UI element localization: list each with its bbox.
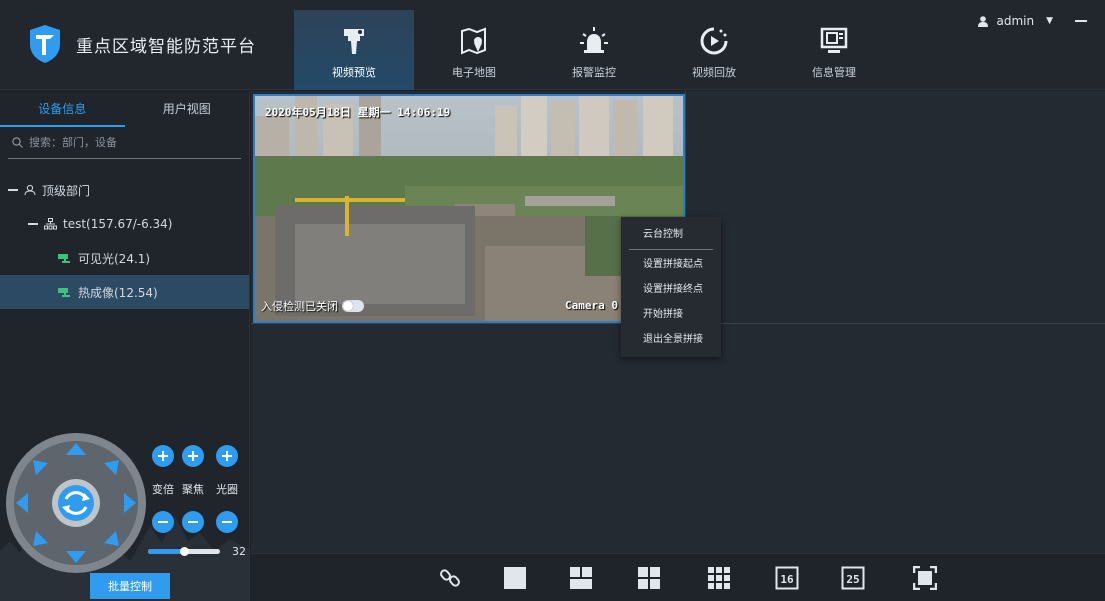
menu-start-stitch[interactable]: 开始拼接 xyxy=(621,302,721,327)
minimize-icon[interactable] xyxy=(1075,20,1087,22)
minus-icon xyxy=(222,521,232,523)
ptz-iris-column: 光圈 xyxy=(216,445,238,533)
menu-set-stitch-end[interactable]: 设置拼接终点 xyxy=(621,277,721,302)
layout-1-icon[interactable] xyxy=(503,566,527,590)
plus-icon xyxy=(188,451,198,461)
tree-node-device-visible[interactable]: 可见光(24.1) xyxy=(0,241,249,275)
camera-label: Camera 0 xyxy=(565,299,618,312)
ptz-label-focus: 聚焦 xyxy=(182,483,204,496)
search-bar xyxy=(8,127,241,159)
zoom-in-button[interactable] xyxy=(152,445,174,467)
batch-control-button[interactable]: 批量控制 xyxy=(90,573,170,599)
layout-25-label: 25 xyxy=(846,573,859,586)
camera-tower-icon xyxy=(344,29,364,54)
chevron-down-icon: ▼ xyxy=(1046,16,1053,26)
tab-user-view[interactable]: 用户视图 xyxy=(125,91,250,127)
nav-label: 信息管理 xyxy=(812,66,856,79)
plus-icon xyxy=(158,451,168,461)
tab-device-info[interactable]: 设备信息 xyxy=(0,91,125,127)
tree-label-device: 热成像(12.54) xyxy=(78,285,158,300)
toggle-knob xyxy=(343,301,353,311)
context-menu: 云台控制 设置拼接起点 设置拼接终点 开始拼接 退出全景拼接 xyxy=(621,217,721,357)
focus-in-button[interactable] xyxy=(182,445,204,467)
shield-logo-icon xyxy=(30,25,60,63)
tree-label-root: 顶级部门 xyxy=(42,183,91,198)
main-nav: 视频预览 电子地图 报警监控 视频回放 信息管理 xyxy=(294,10,894,90)
sidebar-tabs: 设备信息 用户视图 xyxy=(0,91,249,127)
nav-label: 视频预览 xyxy=(332,66,376,79)
menu-set-stitch-start[interactable]: 设置拼接起点 xyxy=(621,252,721,277)
tree-node-root[interactable]: 顶级部门 xyxy=(0,173,249,207)
layout-16-icon[interactable]: 16 xyxy=(775,566,799,590)
layout-3-icon[interactable] xyxy=(569,566,593,590)
tree-node-device-thermal[interactable]: 热成像(12.54) xyxy=(0,275,249,309)
nav-label: 视频回放 xyxy=(692,66,736,79)
nav-e-map[interactable]: 电子地图 xyxy=(414,10,534,90)
user-icon xyxy=(978,15,989,27)
iris-close-button[interactable] xyxy=(216,511,238,533)
user-menu[interactable]: admin ▼ xyxy=(978,14,1087,28)
ptz-focus-column: 聚焦 xyxy=(182,445,204,533)
department-icon xyxy=(24,184,36,196)
tree-label-device: 可见光(24.1) xyxy=(78,251,151,266)
sidebar: 设备信息 用户视图 顶级部门 xyxy=(0,91,250,601)
search-input[interactable] xyxy=(29,136,229,149)
camera-icon xyxy=(58,288,70,297)
camera-icon xyxy=(58,254,70,263)
speed-slider[interactable] xyxy=(148,547,220,556)
nav-label: 电子地图 xyxy=(452,66,496,79)
link-icon[interactable] xyxy=(439,566,463,590)
ptz-zoom-column: 变倍 xyxy=(152,445,174,533)
playback-icon xyxy=(700,27,728,55)
nav-info-management[interactable]: 信息管理 xyxy=(774,10,894,90)
brand: 重点区域智能防范平台 xyxy=(28,24,256,64)
intrusion-toggle[interactable] xyxy=(342,300,364,312)
minus-icon xyxy=(188,521,198,523)
nav-alarm-monitor[interactable]: 报警监控 xyxy=(534,10,654,90)
search-icon xyxy=(12,137,23,148)
app-title: 重点区域智能防范平台 xyxy=(76,36,256,57)
monitor-info-icon xyxy=(820,27,848,53)
ptz-label-zoom: 变倍 xyxy=(152,483,174,496)
tree-label-group: test(157.67/-6.34) xyxy=(63,217,173,231)
tree-node-group[interactable]: test(157.67/-6.34) xyxy=(0,207,249,241)
nav-label: 报警监控 xyxy=(572,66,616,79)
zoom-out-button[interactable] xyxy=(152,511,174,533)
device-tree: 顶级部门 test(157.67/-6.34) 可见光(24.1) 热成像(12… xyxy=(0,173,249,309)
menu-ptz-control[interactable]: 云台控制 xyxy=(621,222,721,247)
ptz-speed-control: 32 xyxy=(148,545,246,558)
map-pin-icon xyxy=(461,27,486,55)
focus-out-button[interactable] xyxy=(182,511,204,533)
username: admin xyxy=(996,14,1035,28)
top-header: 重点区域智能防范平台 视频预览 电子地图 报警监控 视频回放 信息管理 admi… xyxy=(0,0,1105,90)
collapse-icon[interactable] xyxy=(28,223,38,225)
nav-video-playback[interactable]: 视频回放 xyxy=(654,10,774,90)
intrusion-label: 入侵检测已关闭 xyxy=(261,300,338,313)
plus-icon xyxy=(222,451,232,461)
ptz-direction-pad[interactable] xyxy=(4,431,148,575)
layout-toolbar: 16 25 xyxy=(251,553,1105,601)
org-structure-icon xyxy=(44,218,57,230)
layout-9-icon[interactable] xyxy=(707,566,731,590)
video-timestamp: 2020年05月18日 星期一 14:06:19 xyxy=(265,106,451,119)
layout-16-label: 16 xyxy=(780,573,794,586)
minus-icon xyxy=(158,521,168,523)
menu-divider xyxy=(629,249,713,250)
speed-slider-fill xyxy=(148,549,184,554)
ptz-label-iris: 光圈 xyxy=(216,483,238,496)
speed-value: 32 xyxy=(232,545,246,558)
collapse-icon[interactable] xyxy=(8,189,18,191)
menu-exit-panorama[interactable]: 退出全景拼接 xyxy=(621,327,721,352)
layout-25-icon[interactable]: 25 xyxy=(841,566,865,590)
alarm-light-icon xyxy=(580,27,608,53)
fullscreen-icon[interactable] xyxy=(913,566,937,590)
speed-slider-handle[interactable] xyxy=(180,547,189,556)
iris-open-button[interactable] xyxy=(216,445,238,467)
layout-4-icon[interactable] xyxy=(637,566,661,590)
nav-video-preview[interactable]: 视频预览 xyxy=(294,10,414,90)
intrusion-detection: 入侵检测已关闭 xyxy=(261,298,364,314)
